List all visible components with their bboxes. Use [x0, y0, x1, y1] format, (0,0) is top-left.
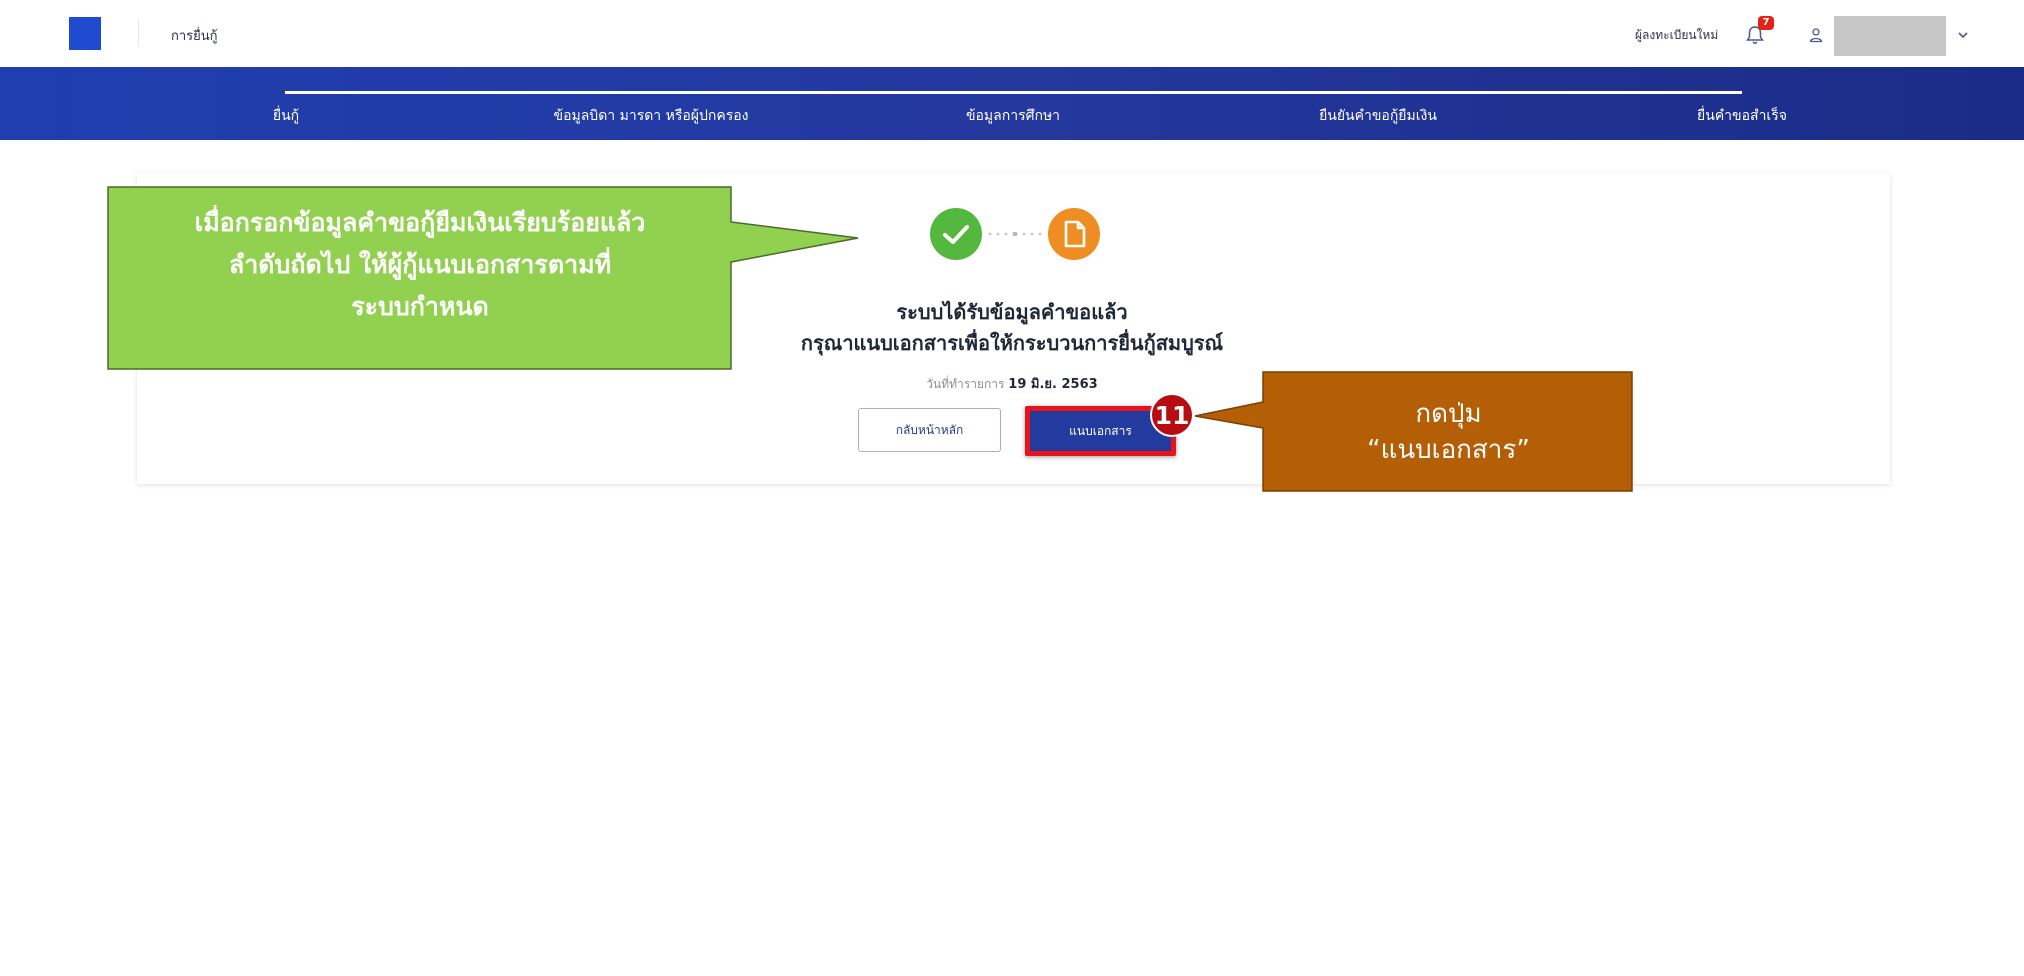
transaction-date: วันที่ทำรายการ 19 มิ.ย. 2563 [0, 373, 2024, 394]
step-number-badge: 11 [1150, 393, 1194, 437]
register-link[interactable]: ผู้ลงทะเบียนใหม่ [1635, 26, 1718, 45]
status-icons [930, 208, 1100, 260]
step-education-info: ข้อมูลการศึกษา [965, 108, 1061, 124]
step-parents-info: ข้อมูลบิดา มารดา หรือผู้ปกครอง [553, 108, 749, 124]
brown-callout-line1: กดปุ่ม [1415, 399, 1482, 429]
divider [138, 20, 139, 47]
annotation-overlay [107, 186, 1633, 492]
user-name-redacted[interactable] [1834, 16, 1946, 56]
result-message-line2: กรุณาแนบเอกสารเพื่อให้กระบวนการยื่นกู้สม… [800, 331, 1224, 355]
progress-dots [988, 232, 1042, 236]
app-logo[interactable] [69, 17, 101, 50]
progress-stepper: ยื่นกู้ ข้อมูลบิดา มารดา หรือผู้ปกครอง ข… [0, 67, 2024, 140]
green-callout-line2: ลำดับถัดไป ให้ผู้กู้แนบเอกสารตามที่ [228, 250, 612, 279]
document-icon [1048, 208, 1100, 260]
chevron-down-icon[interactable] [1956, 29, 1970, 41]
brown-callout-line2: “แนบเอกสาร” [1367, 435, 1530, 465]
app-title[interactable]: การยื่นกู้ [171, 25, 218, 46]
back-home-button[interactable]: กลับหน้าหลัก [858, 408, 1001, 452]
green-callout-text: เมื่อกรอกข้อมูลคำขอกู้ยืมเงินเรียบร้อยแล… [110, 202, 730, 328]
notification-badge: 7 [1758, 16, 1774, 30]
date-value: 19 มิ.ย. 2563 [1008, 377, 1098, 392]
step-apply: ยื่นกู้ [272, 108, 300, 124]
date-label: วันที่ทำรายการ [926, 377, 1005, 391]
green-callout-line3: ระบบกำหนด [351, 292, 489, 321]
brown-callout-text: กดปุ่ม “แนบเอกสาร” [1265, 396, 1632, 468]
top-bar: การยื่นกู้ ผู้ลงทะเบียนใหม่ 7 [0, 0, 2024, 67]
step-success: ยื่นคำขอสำเร็จ [1697, 108, 1787, 124]
step-confirm-loan: ยืนยันคำขอกู้ยืมเงิน [1319, 108, 1437, 124]
green-callout-line1: เมื่อกรอกข้อมูลคำขอกู้ยืมเงินเรียบร้อยแล… [194, 208, 646, 237]
check-icon [930, 208, 982, 260]
user-icon[interactable] [1808, 27, 1824, 43]
stepper-progress-line [285, 91, 1742, 94]
